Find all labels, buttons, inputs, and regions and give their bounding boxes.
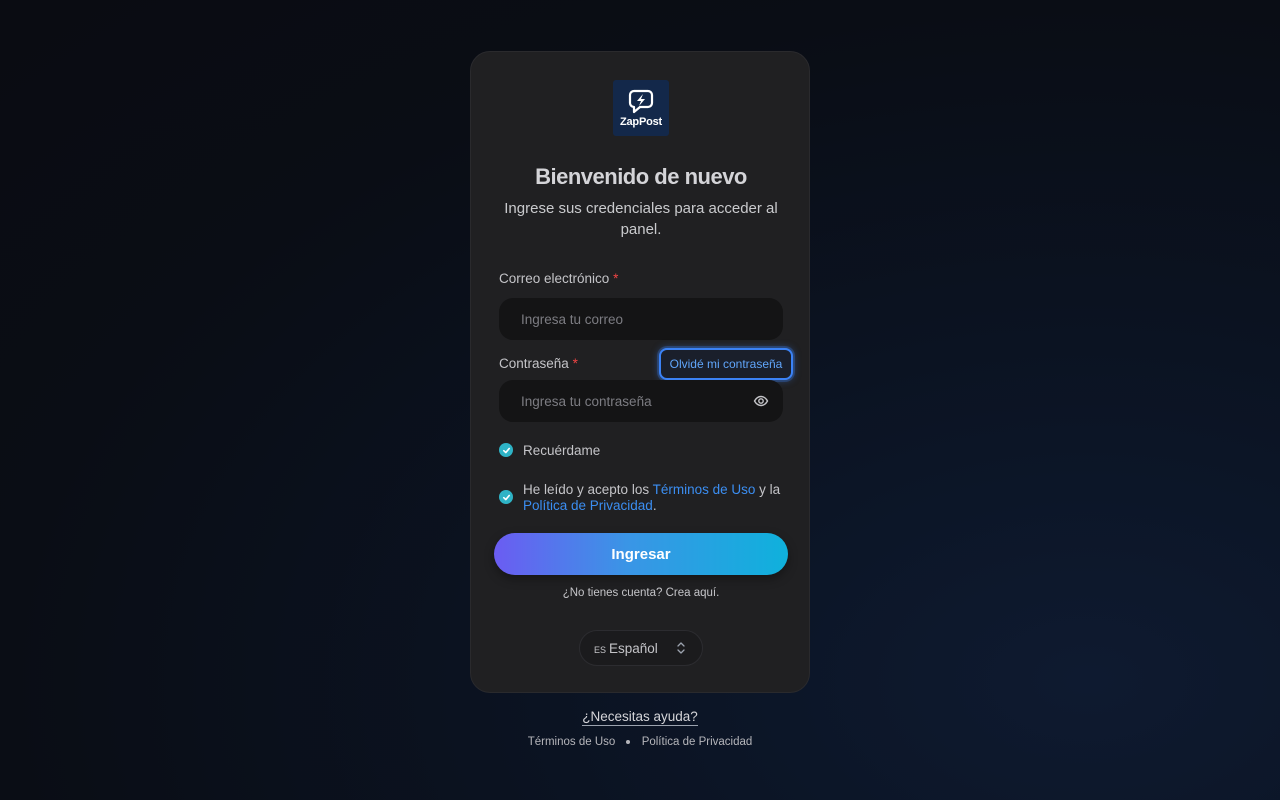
check-icon [502, 447, 510, 453]
help-link[interactable]: ¿Necesitas ayuda? [582, 709, 698, 726]
chat-bolt-icon [628, 89, 654, 114]
required-mark: * [572, 356, 578, 371]
remember-label[interactable]: Recuérdame [523, 443, 600, 459]
terms-middle: y la [755, 482, 781, 497]
email-field[interactable]: Ingresa tu correo [499, 298, 783, 340]
language-code: ES [594, 644, 607, 655]
email-label: Correo electrónico * [499, 271, 618, 286]
forgot-password-link[interactable]: Olvidé mi contraseña [659, 348, 793, 380]
required-mark: * [613, 271, 619, 286]
check-icon [502, 494, 510, 500]
language-selector[interactable]: ES Español [579, 630, 703, 666]
email-placeholder: Ingresa tu correo [521, 311, 624, 327]
page-subtitle: Ingrese sus credenciales para acceder al… [504, 200, 778, 238]
password-label: Contraseña * [499, 356, 578, 371]
help-link-row: ¿Necesitas ayuda? [0, 709, 1280, 726]
footer-terms-link[interactable]: Términos de Uso [528, 736, 616, 748]
password-label-text: Contraseña [499, 356, 569, 371]
password-placeholder: Ingresa tu contraseña [521, 393, 652, 409]
terms-label: He leído y acepto los Términos de Uso y … [523, 482, 793, 514]
login-card: ZapPost Bienvenido de nuevo Ingrese sus … [470, 51, 810, 693]
eye-icon[interactable] [753, 393, 769, 409]
login-button[interactable]: Ingresar [494, 533, 788, 575]
remember-checkbox[interactable] [499, 443, 513, 457]
signup-link[interactable]: ¿No tienes cuenta? Crea aquí. [471, 587, 811, 599]
footer-links: Términos de Uso Política de Privacidad [0, 736, 1280, 748]
privacy-policy-link[interactable]: Política de Privacidad [523, 498, 653, 513]
language-label: Español [609, 640, 658, 656]
zappost-logo: ZapPost [613, 80, 669, 136]
terms-of-use-link[interactable]: Términos de Uso [653, 482, 756, 497]
password-field[interactable]: Ingresa tu contraseña [499, 380, 783, 422]
separator-dot [626, 739, 631, 744]
terms-prefix: He leído y acepto los [523, 482, 653, 497]
terms-suffix: . [652, 498, 657, 513]
footer-privacy-link[interactable]: Política de Privacidad [642, 736, 753, 748]
chevron-up-down-icon [677, 642, 685, 654]
page-title: Bienvenido de nuevo [535, 164, 747, 189]
email-label-text: Correo electrónico [499, 271, 610, 286]
logo-text: ZapPost [620, 116, 662, 128]
terms-checkbox[interactable] [499, 490, 513, 504]
